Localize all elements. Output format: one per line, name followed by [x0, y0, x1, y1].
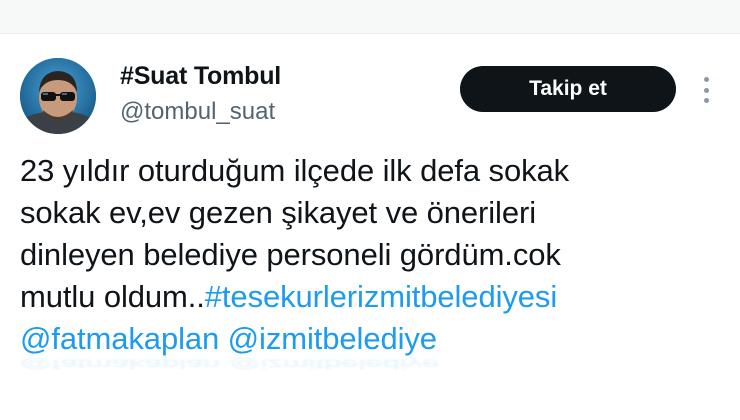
more-dot: [703, 98, 709, 103]
more-vertical-icon[interactable]: [696, 74, 716, 106]
more-dot: [703, 87, 709, 93]
tweet-text: 23 yıldır oturduğum ilçede ilk defa soka…: [20, 150, 720, 360]
more-dot: [703, 77, 709, 82]
previous-tweet-edge: [0, 0, 740, 34]
reflection-text: @fatmakaplan: [20, 356, 221, 372]
mention-link[interactable]: @izmitbelediye: [228, 321, 437, 356]
user-handle[interactable]: @tombul_suat: [120, 98, 275, 126]
reflection-artifact: @fatmakaplan @izmitbelediye: [20, 356, 440, 372]
tweet-line: @fatmakaplan @izmitbelediye: [20, 318, 720, 360]
hashtag-link[interactable]: #tesekurlerizmitbelediyesi: [205, 279, 557, 314]
tweet-line: dinleyen belediye personeli gördüm.cok: [20, 237, 561, 272]
tweet-line-text: mutlu oldum..: [20, 279, 205, 314]
display-name[interactable]: #Suat Tombul: [120, 62, 281, 91]
tweet-line: mutlu oldum..#tesekurlerizmitbelediyesi: [20, 276, 720, 318]
mention-link[interactable]: @fatmakaplan: [20, 321, 219, 356]
follow-button[interactable]: Takip et: [460, 66, 676, 112]
tweet-line: sokak ev,ev gezen şikayet ve önerileri: [20, 195, 536, 230]
tweet-line: 23 yıldır oturduğum ilçede ilk defa soka…: [20, 153, 570, 188]
avatar-photo: [20, 58, 96, 134]
avatar[interactable]: [20, 58, 96, 134]
reflection-text: @izmitbelediye: [228, 356, 440, 372]
